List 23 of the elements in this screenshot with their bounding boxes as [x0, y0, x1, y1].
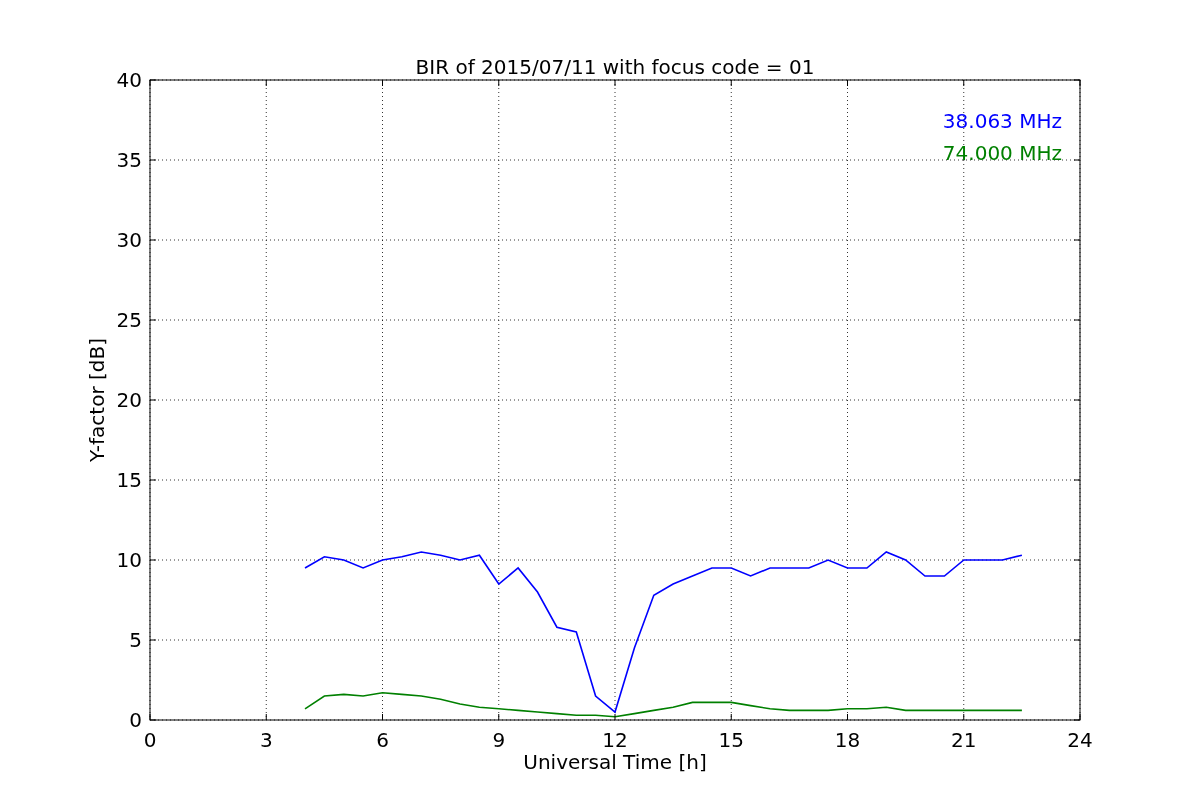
y-tick-label: 5: [129, 628, 142, 652]
y-tick-label: 20: [116, 388, 142, 412]
x-tick-label: 9: [492, 728, 506, 752]
x-tick-label: 15: [718, 728, 744, 752]
x-tick-label: 6: [376, 728, 389, 752]
x-tick-label: 0: [143, 728, 157, 752]
legend-label: 74.000 MHz: [942, 141, 1062, 165]
x-axis-label: Universal Time [h]: [523, 750, 707, 774]
y-tick-label: 25: [116, 308, 142, 332]
y-tick-label: 35: [116, 148, 142, 172]
y-tick-label: 0: [129, 708, 142, 732]
x-tick-label: 12: [602, 728, 628, 752]
y-tick-label: 30: [116, 228, 142, 252]
x-tick-label: 18: [834, 728, 861, 752]
legend-label: 38.063 MHz: [942, 109, 1062, 133]
y-tick-label: 10: [116, 548, 142, 572]
y-axis-label: Y-factor [dB]: [85, 338, 109, 462]
y-tick-label: 15: [116, 468, 142, 492]
x-tick-label: 21: [951, 728, 977, 752]
x-tick-label: 24: [1067, 728, 1093, 752]
y-tick-label: 40: [116, 68, 142, 92]
x-tick-label: 3: [259, 728, 273, 752]
chart-title: BIR of 2015/07/11 with focus code = 01: [415, 55, 815, 79]
